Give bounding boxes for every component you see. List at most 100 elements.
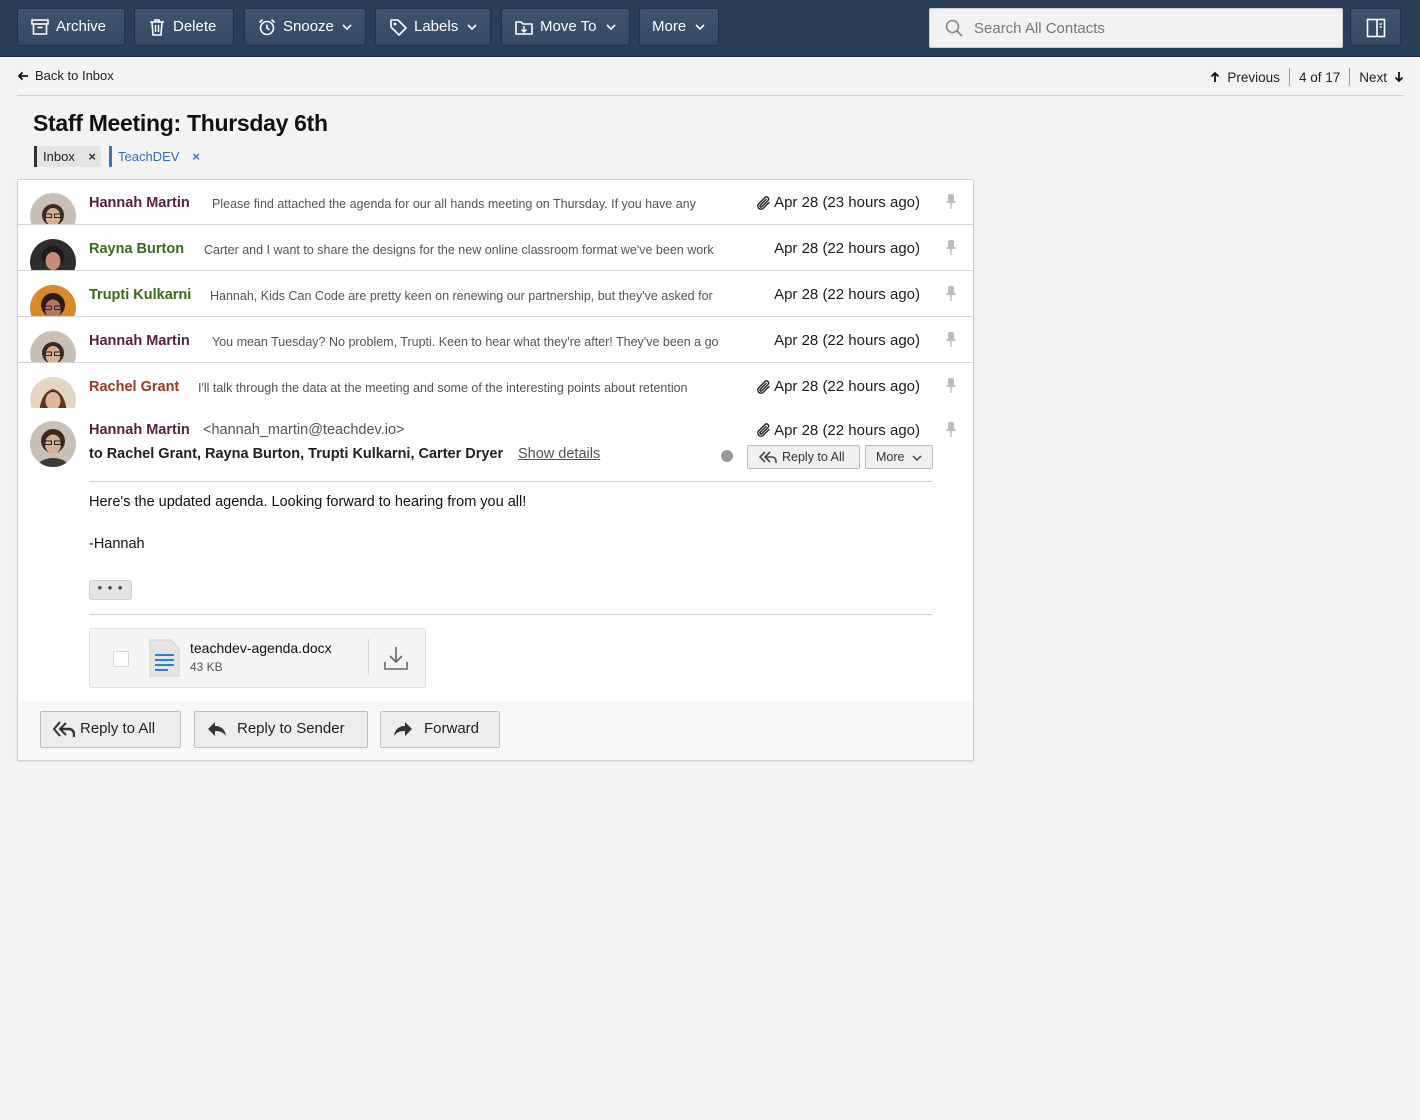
snooze-label: Snooze <box>283 18 334 35</box>
labels-button[interactable]: Labels <box>375 8 491 46</box>
thread-labels: Inbox × TeachDEV × <box>34 146 205 167</box>
pin-icon[interactable] <box>944 421 958 439</box>
reply-icon <box>208 722 226 736</box>
chevron-down-icon <box>695 24 705 31</box>
expanded-message: Hannah Martin <hannah_martin@teachdev.io… <box>18 408 973 701</box>
sender-name: Rayna Burton <box>89 241 185 257</box>
collapsed-message[interactable]: Hannah Martin You mean Tuesday? No probl… <box>18 318 973 363</box>
divider <box>1288 68 1290 86</box>
sender-name: Trupti Kulkarni <box>89 287 192 303</box>
document-file-icon <box>149 639 180 677</box>
labels-label: Labels <box>414 18 459 35</box>
previous-link[interactable]: Previous <box>1210 70 1280 85</box>
toolbar: Archive Delete Snooze Labels Move To Mor… <box>0 0 1420 57</box>
pin-icon[interactable] <box>944 331 958 349</box>
sender-name: Hannah Martin <box>89 422 190 438</box>
chevron-down-icon <box>467 24 477 31</box>
conversation-thread: Hannah Martin Please find attached the a… <box>17 179 974 761</box>
pin-icon[interactable] <box>944 193 958 211</box>
archive-icon <box>31 19 49 35</box>
message-more-button[interactable]: More <box>865 445 933 469</box>
collapsed-message[interactable]: Hannah Martin Please find attached the a… <box>18 180 973 225</box>
message-date: Apr 28 (22 hours ago) <box>774 240 920 257</box>
divider <box>368 639 369 675</box>
arrow-up-icon <box>1211 71 1220 82</box>
show-quoted-text-button[interactable]: • • • <box>89 580 132 600</box>
thread-subject: Staff Meeting: Thursday 6th <box>33 110 328 136</box>
collapsed-message[interactable]: Trupti Kulkarni Hannah, Kids Can Code ar… <box>18 272 973 317</box>
forward-button[interactable]: Forward <box>380 711 500 748</box>
message-snippet: Hannah, Kids Can Code are pretty keen on… <box>210 289 713 303</box>
message-date: Apr 28 (22 hours ago) <box>774 332 920 349</box>
delete-button[interactable]: Delete <box>134 8 234 46</box>
archive-button[interactable]: Archive <box>17 8 125 46</box>
sender-name: Hannah Martin <box>89 195 190 211</box>
reply-actions: Reply to All Reply to Sender Forward <box>18 701 973 760</box>
paperclip-icon <box>757 423 770 437</box>
sender-email: <hannah_martin@teachdev.io> <box>203 422 405 438</box>
back-to-inbox-label: Back to Inbox <box>35 68 114 83</box>
move-to-label: Move To <box>540 18 597 35</box>
show-details-link[interactable]: Show details <box>518 446 600 462</box>
arrow-down-icon <box>1394 72 1404 83</box>
message-date: Apr 28 (23 hours ago) <box>774 194 920 211</box>
attachment-card[interactable]: teachdev-agenda.docx 43 KB <box>89 628 426 688</box>
move-to-button[interactable]: Move To <box>501 8 630 46</box>
paperclip-icon <box>757 196 770 210</box>
avatar <box>30 421 76 467</box>
reply-all-button[interactable]: Reply to All <box>40 711 181 748</box>
attachment-size: 43 KB <box>190 660 223 674</box>
chevron-down-icon <box>912 455 922 462</box>
collapsed-message[interactable]: Rachel Grant I'll talk through the data … <box>18 364 973 409</box>
search-icon <box>945 19 963 37</box>
reply-to-sender-button[interactable]: Reply to Sender <box>194 711 368 748</box>
divider <box>89 481 932 482</box>
remove-label-icon[interactable]: × <box>88 149 96 164</box>
avatar <box>30 193 76 224</box>
collapsed-message[interactable]: Rayna Burton Carter and I want to share … <box>18 226 973 271</box>
chevron-down-icon <box>342 24 352 31</box>
forward-label: Forward <box>424 720 480 737</box>
unread-toggle[interactable] <box>721 450 733 462</box>
more-button[interactable]: More <box>639 8 719 46</box>
message-date: Apr 28 (22 hours ago) <box>774 422 920 439</box>
reply-to-sender-label: Reply to Sender <box>237 720 345 737</box>
message-signature: -Hannah <box>89 536 145 552</box>
attachment-checkbox[interactable] <box>113 651 129 667</box>
download-icon[interactable] <box>383 645 409 671</box>
pin-icon[interactable] <box>944 239 958 257</box>
avatar <box>30 239 76 270</box>
previous-label: Previous <box>1227 69 1280 85</box>
archive-label: Archive <box>56 18 107 35</box>
label-inbox[interactable]: Inbox × <box>34 146 101 167</box>
label-text: Inbox <box>43 149 75 164</box>
more-label: More <box>876 450 905 464</box>
pager: Previous 4 of 17 Next <box>1210 68 1404 86</box>
sender-name: Rachel Grant <box>89 379 180 395</box>
divider <box>1349 68 1351 86</box>
message-snippet: Please find attached the agenda for our … <box>212 197 696 211</box>
more-label: More <box>652 18 687 35</box>
next-label: Next <box>1359 69 1387 85</box>
tag-icon <box>390 19 407 36</box>
back-to-inbox-link[interactable]: Back to Inbox <box>17 68 114 83</box>
message-position: 4 of 17 <box>1298 69 1341 85</box>
toggle-side-panel-button[interactable] <box>1350 8 1401 46</box>
message-snippet: You mean Tuesday? No problem, Trupti. Ke… <box>212 335 719 349</box>
pin-icon[interactable] <box>944 377 958 395</box>
snooze-button[interactable]: Snooze <box>244 8 366 46</box>
attachment-name: teachdev-agenda.docx <box>190 640 332 656</box>
label-teachdev[interactable]: TeachDEV × <box>109 146 205 167</box>
message-date: Apr 28 (22 hours ago) <box>774 286 920 303</box>
arrow-left-icon <box>17 71 28 80</box>
remove-label-icon[interactable]: × <box>192 149 200 164</box>
pin-icon[interactable] <box>944 285 958 303</box>
next-link[interactable]: Next <box>1359 70 1404 85</box>
delete-label: Delete <box>173 18 217 35</box>
search-input[interactable] <box>974 17 1334 39</box>
trash-icon <box>150 19 164 36</box>
label-text: TeachDEV <box>118 149 180 164</box>
paperclip-icon <box>757 380 770 394</box>
reply-all-icon <box>53 721 75 737</box>
reply-all-small-button[interactable]: Reply to All <box>747 445 860 469</box>
